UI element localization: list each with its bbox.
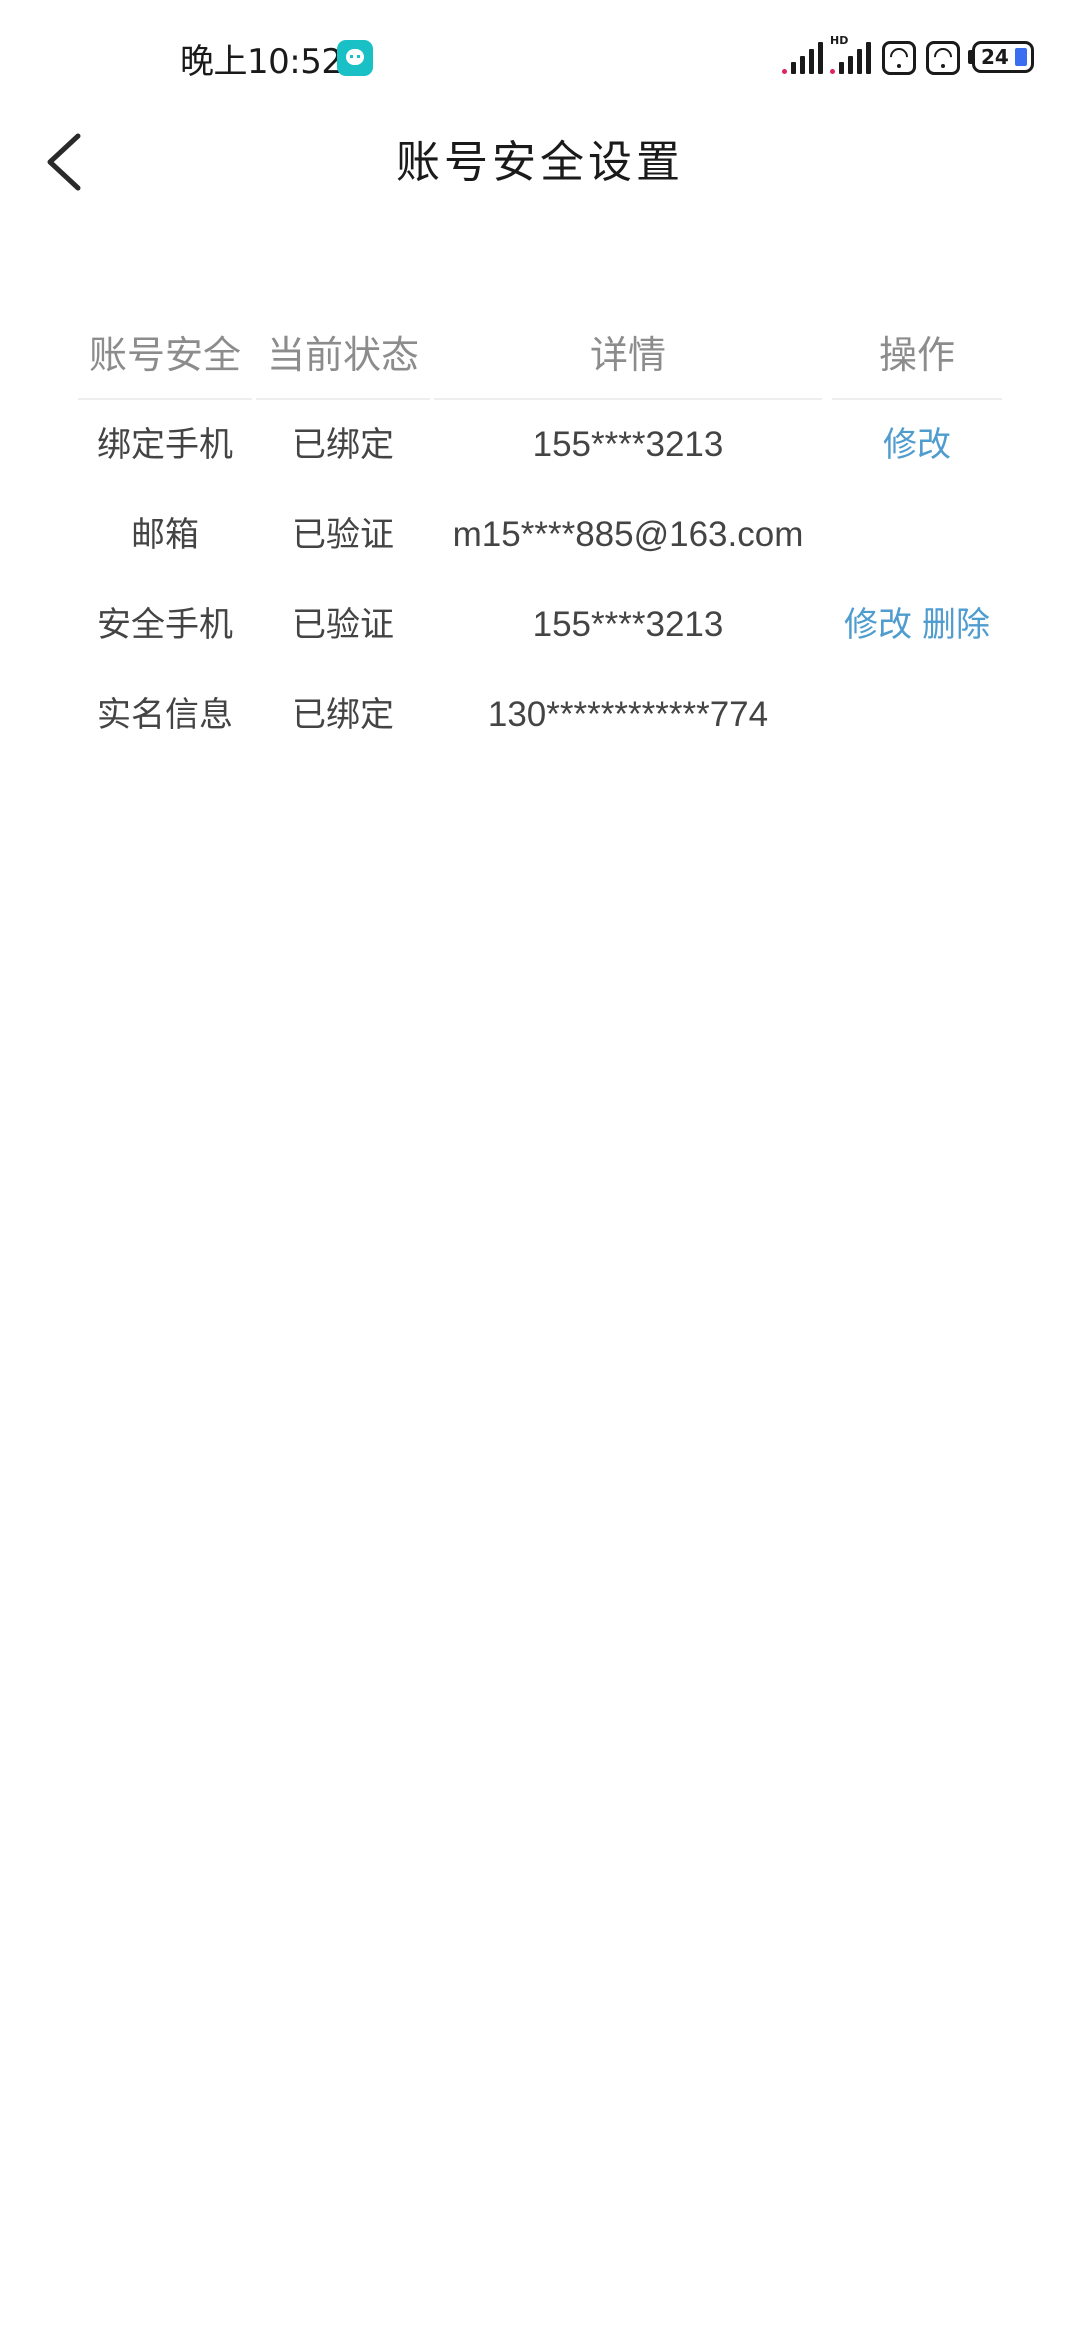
table-row-email: 邮箱 已验证 m15****885@163.com xyxy=(78,490,1002,580)
edit-bound-phone-link[interactable]: 修改 xyxy=(883,425,951,465)
battery-level: 24 xyxy=(981,45,1009,69)
row-item: 绑定手机 xyxy=(97,425,233,465)
table-header: 账号安全 当前状态 详情 操作 xyxy=(78,318,1002,400)
chat-bubble-icon xyxy=(337,40,373,76)
column-header-status: 当前状态 xyxy=(256,318,430,400)
status-bar: 晚上10:52 HD 24 xyxy=(0,0,1080,120)
row-actions xyxy=(832,670,1002,760)
wifi-icon xyxy=(926,41,960,75)
row-item: 安全手机 xyxy=(97,605,233,645)
row-detail: 130************774 xyxy=(487,695,769,734)
table-row-real-name: 实名信息 已绑定 130************774 xyxy=(78,670,1002,760)
row-item: 邮箱 xyxy=(131,515,199,555)
row-status: 已绑定 xyxy=(292,425,394,465)
row-actions: 修改 删除 xyxy=(832,580,1002,670)
hd-label: HD xyxy=(830,34,849,47)
battery-fill xyxy=(1015,48,1027,66)
battery-icon: 24 xyxy=(972,41,1034,73)
row-status: 已绑定 xyxy=(292,695,394,735)
column-header-item: 账号安全 xyxy=(78,318,252,400)
table-row-bound-phone: 绑定手机 已绑定 155****3213 修改 xyxy=(78,400,1002,490)
page-title: 账号安全设置 xyxy=(396,137,684,188)
row-actions xyxy=(832,490,1002,580)
row-actions: 修改 xyxy=(832,400,1002,490)
table-row-security-phone: 安全手机 已验证 155****3213 修改 删除 xyxy=(78,580,1002,670)
status-time: 晚上10:52 xyxy=(180,42,343,82)
signal-hd-icon: HD xyxy=(830,34,871,74)
column-header-action: 操作 xyxy=(832,318,1002,400)
row-detail: 155****3213 xyxy=(532,425,724,464)
wifi-icon xyxy=(882,41,916,75)
column-header-detail: 详情 xyxy=(434,318,822,400)
row-item: 实名信息 xyxy=(97,695,233,735)
row-status: 已验证 xyxy=(292,515,394,555)
delete-security-phone-link[interactable]: 删除 xyxy=(922,605,990,645)
signal-icon xyxy=(782,40,823,74)
row-detail: m15****885@163.com xyxy=(452,515,804,554)
account-security-table: 账号安全 当前状态 详情 操作 绑定手机 已绑定 155****3213 修改 … xyxy=(78,318,1002,760)
edit-security-phone-link[interactable]: 修改 xyxy=(844,605,912,645)
row-status: 已验证 xyxy=(292,605,394,645)
row-detail: 155****3213 xyxy=(532,605,724,644)
